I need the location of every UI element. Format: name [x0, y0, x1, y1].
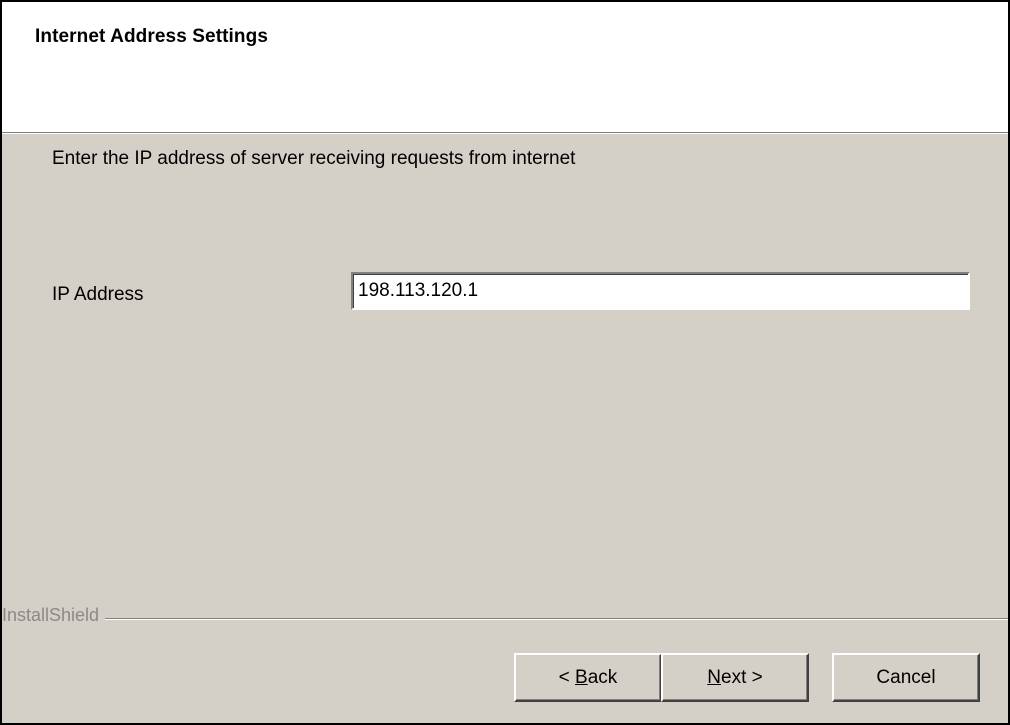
- instruction-text: Enter the IP address of server receiving…: [52, 148, 576, 169]
- back-button-accel: B: [575, 666, 588, 688]
- installshield-brand: InstallShield: [2, 605, 106, 626]
- ip-address-input[interactable]: [351, 272, 970, 310]
- page-title: Internet Address Settings: [35, 26, 269, 47]
- next-button-accel: N: [707, 666, 721, 688]
- installer-dialog: Internet Address Settings Enter the IP a…: [0, 0, 1010, 725]
- cancel-button[interactable]: Cancel: [832, 653, 980, 702]
- back-button-rest: ack: [587, 666, 618, 688]
- back-button[interactable]: < Back: [514, 653, 662, 702]
- dialog-header: Internet Address Settings: [2, 2, 1008, 132]
- ip-address-label: IP Address: [52, 284, 144, 305]
- header-divider: [2, 132, 1008, 134]
- next-button-rest: ext >: [721, 666, 763, 688]
- back-button-prefix: <: [558, 666, 576, 688]
- brand-divider: [2, 618, 1008, 620]
- next-button[interactable]: Next >: [661, 653, 809, 702]
